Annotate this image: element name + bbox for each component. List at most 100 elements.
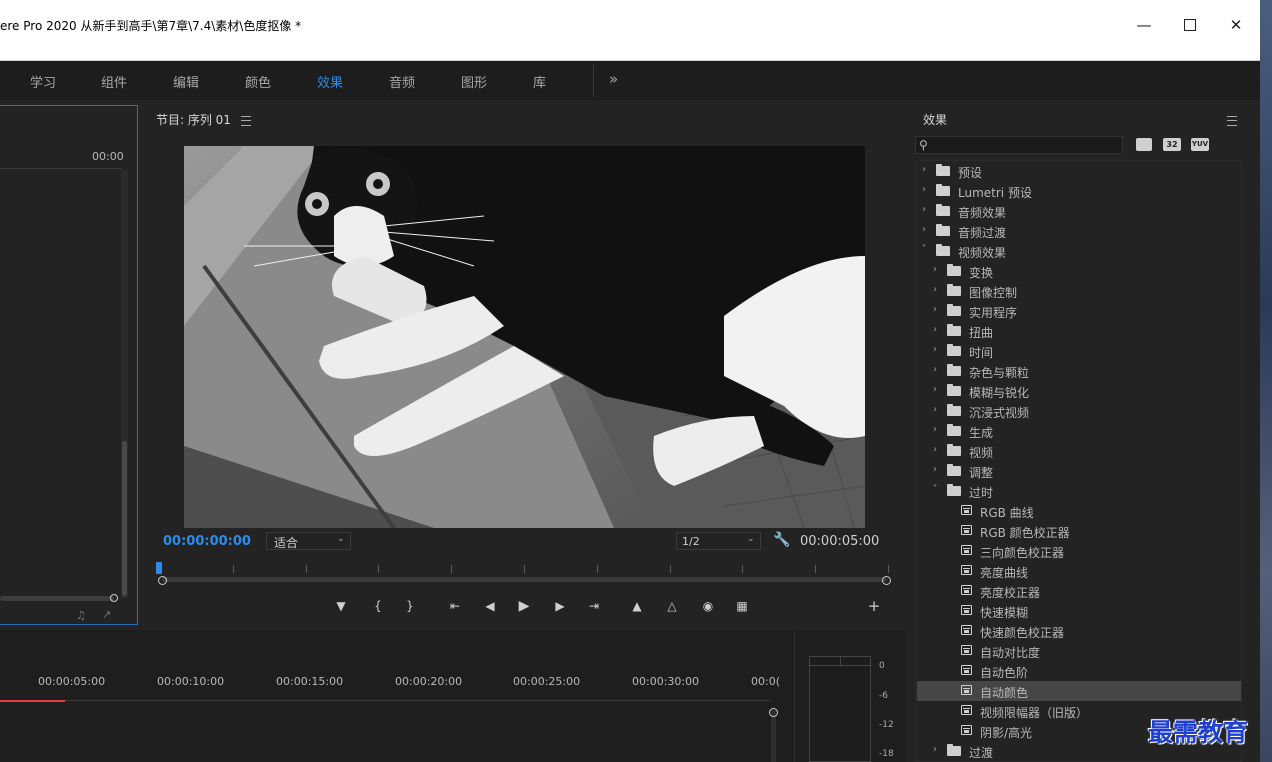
tab-color[interactable]: 颜色 xyxy=(245,72,271,91)
program-zoom-bar[interactable] xyxy=(162,577,887,582)
yuv-filter-button[interactable]: YUV xyxy=(1191,138,1209,151)
effect-icon xyxy=(961,645,972,655)
chevron-right-icon[interactable]: › xyxy=(919,164,929,175)
effect-item[interactable]: 自动对比度 xyxy=(917,641,1241,661)
mark-out-button[interactable]: } xyxy=(400,597,420,615)
chevron-right-icon[interactable]: › xyxy=(919,224,929,235)
chevron-right-icon[interactable]: › xyxy=(930,444,940,455)
effect-folder[interactable]: › 变换 xyxy=(917,261,1241,281)
more-workspaces-button[interactable]: » xyxy=(609,70,618,88)
chevron-right-icon[interactable]: › xyxy=(930,304,940,315)
source-panel[interactable]: 00:00 ♫ ↗ xyxy=(0,105,138,625)
source-scrollbar-thumb[interactable] xyxy=(122,441,127,596)
effects-search-field[interactable]: ⚲ xyxy=(915,136,1123,154)
effect-folder[interactable]: ˅ 视频效果 xyxy=(917,241,1241,261)
effect-folder[interactable]: › 预设 xyxy=(917,161,1241,181)
effect-folder[interactable]: › 生成 xyxy=(917,421,1241,441)
effect-folder[interactable]: ˅ 过时 xyxy=(917,481,1241,501)
program-monitor-menu-icon[interactable] xyxy=(241,116,251,126)
maximize-button[interactable] xyxy=(1167,10,1213,40)
settings-wrench-icon[interactable]: 🔧 xyxy=(773,532,790,548)
minimize-button[interactable]: — xyxy=(1121,10,1167,40)
chevron-right-icon[interactable]: › xyxy=(930,404,940,415)
chevron-down-icon[interactable]: ˅ xyxy=(919,244,929,255)
tab-learn[interactable]: 学习 xyxy=(30,72,56,91)
chevron-right-icon[interactable]: › xyxy=(930,384,940,395)
effect-folder[interactable]: › 模糊与锐化 xyxy=(917,381,1241,401)
source-export-icon[interactable]: ↗ xyxy=(102,608,111,621)
chevron-right-icon[interactable]: › xyxy=(919,204,929,215)
chevron-down-icon[interactable]: ˅ xyxy=(930,484,940,495)
chevron-right-icon[interactable]: › xyxy=(919,184,929,195)
timeline-scrollbar[interactable] xyxy=(771,710,776,762)
timeline-scroll-handle[interactable] xyxy=(769,708,778,717)
source-zoom-handle[interactable] xyxy=(110,594,118,602)
effect-item[interactable]: 快速颜色校正器 xyxy=(917,621,1241,641)
effect-item[interactable]: 自动颜色 xyxy=(917,681,1241,701)
tab-audio[interactable]: 音频 xyxy=(389,72,415,91)
accelerated-effects-filter-icon[interactable] xyxy=(1136,138,1152,151)
effect-folder[interactable]: › 音频过渡 xyxy=(917,221,1241,241)
chevron-right-icon[interactable]: › xyxy=(930,284,940,295)
effect-folder[interactable]: › 音频效果 xyxy=(917,201,1241,221)
program-time-ruler[interactable] xyxy=(160,565,889,575)
workspace-bar: 学习 组件 编辑 颜色 效果 音频 图形 库 » xyxy=(0,61,1260,147)
go-to-in-button[interactable]: ⇤ xyxy=(445,597,465,615)
effect-folder[interactable]: › 调整 xyxy=(917,461,1241,481)
source-audio-icon[interactable]: ♫ xyxy=(76,609,86,622)
32bit-filter-button[interactable]: 32 xyxy=(1163,138,1181,151)
effect-folder[interactable]: › 沉浸式视频 xyxy=(917,401,1241,421)
effect-folder[interactable]: › 图像控制 xyxy=(917,281,1241,301)
chevron-right-icon[interactable]: › xyxy=(930,364,940,375)
step-forward-button[interactable]: ▶ xyxy=(550,597,570,615)
effect-folder[interactable]: › 杂色与颗粒 xyxy=(917,361,1241,381)
effect-folder[interactable]: › 扭曲 xyxy=(917,321,1241,341)
button-editor-plus-button[interactable]: + xyxy=(864,597,884,615)
lift-button[interactable]: ▲ xyxy=(627,597,647,615)
tab-libraries[interactable]: 库 xyxy=(533,72,546,91)
effect-item[interactable]: RGB 颜色校正器 xyxy=(917,521,1241,541)
go-to-out-button[interactable]: ⇥ xyxy=(584,597,604,615)
program-playhead[interactable] xyxy=(156,562,162,574)
effect-folder[interactable]: › 实用程序 xyxy=(917,301,1241,321)
fit-dropdown[interactable]: 适合 ⌄ xyxy=(266,532,351,550)
chevron-right-icon[interactable]: › xyxy=(930,464,940,475)
resolution-dropdown[interactable]: 1/2 ⌄ xyxy=(676,532,761,550)
effect-item[interactable]: 亮度曲线 xyxy=(917,561,1241,581)
effect-item[interactable]: 亮度校正器 xyxy=(917,581,1241,601)
effects-panel-title[interactable]: 效果 xyxy=(923,111,947,128)
chevron-right-icon[interactable]: › xyxy=(930,264,940,275)
timeline-ruler-label: 00:0( xyxy=(751,675,780,688)
effect-folder[interactable]: › Lumetri 预设 xyxy=(917,181,1241,201)
program-monitor-title[interactable]: 节目: 序列 01 xyxy=(156,111,231,128)
close-button[interactable]: ✕ xyxy=(1213,10,1259,40)
timeline-ruler-ticks[interactable] xyxy=(0,690,770,701)
effect-folder[interactable]: › 视频 xyxy=(917,441,1241,461)
step-back-button[interactable]: ◀ xyxy=(480,597,500,615)
extract-button[interactable]: △ xyxy=(662,597,682,615)
tab-effects[interactable]: 效果 xyxy=(317,72,343,91)
program-current-timecode[interactable]: 00:00:00:00 xyxy=(163,534,251,549)
effects-panel-menu-icon[interactable] xyxy=(1227,116,1237,126)
effect-item[interactable]: RGB 曲线 xyxy=(917,501,1241,521)
mark-in-button[interactable]: { xyxy=(368,597,388,615)
tab-assembly[interactable]: 组件 xyxy=(101,72,127,91)
tab-editing[interactable]: 编辑 xyxy=(173,72,199,91)
play-button[interactable]: ▶ xyxy=(514,597,534,615)
chevron-right-icon[interactable]: › xyxy=(930,324,940,335)
effect-item[interactable]: 三向颜色校正器 xyxy=(917,541,1241,561)
chevron-right-icon[interactable]: › xyxy=(930,424,940,435)
source-zoom-bar[interactable] xyxy=(0,596,114,601)
effects-search-input[interactable] xyxy=(934,137,1118,153)
tab-graphics[interactable]: 图形 xyxy=(461,72,487,91)
export-frame-camera-icon[interactable]: ◉ xyxy=(698,597,718,615)
chevron-right-icon[interactable]: › xyxy=(930,744,940,755)
comparison-view-button[interactable]: ▦ xyxy=(732,597,752,615)
program-zoom-handle-left[interactable] xyxy=(158,576,167,585)
effect-item[interactable]: 自动色阶 xyxy=(917,661,1241,681)
add-marker-button[interactable]: ▼ xyxy=(331,597,351,615)
effect-folder[interactable]: › 时间 xyxy=(917,341,1241,361)
effect-item[interactable]: 快速模糊 xyxy=(917,601,1241,621)
program-zoom-handle-right[interactable] xyxy=(882,576,891,585)
chevron-right-icon[interactable]: › xyxy=(930,344,940,355)
